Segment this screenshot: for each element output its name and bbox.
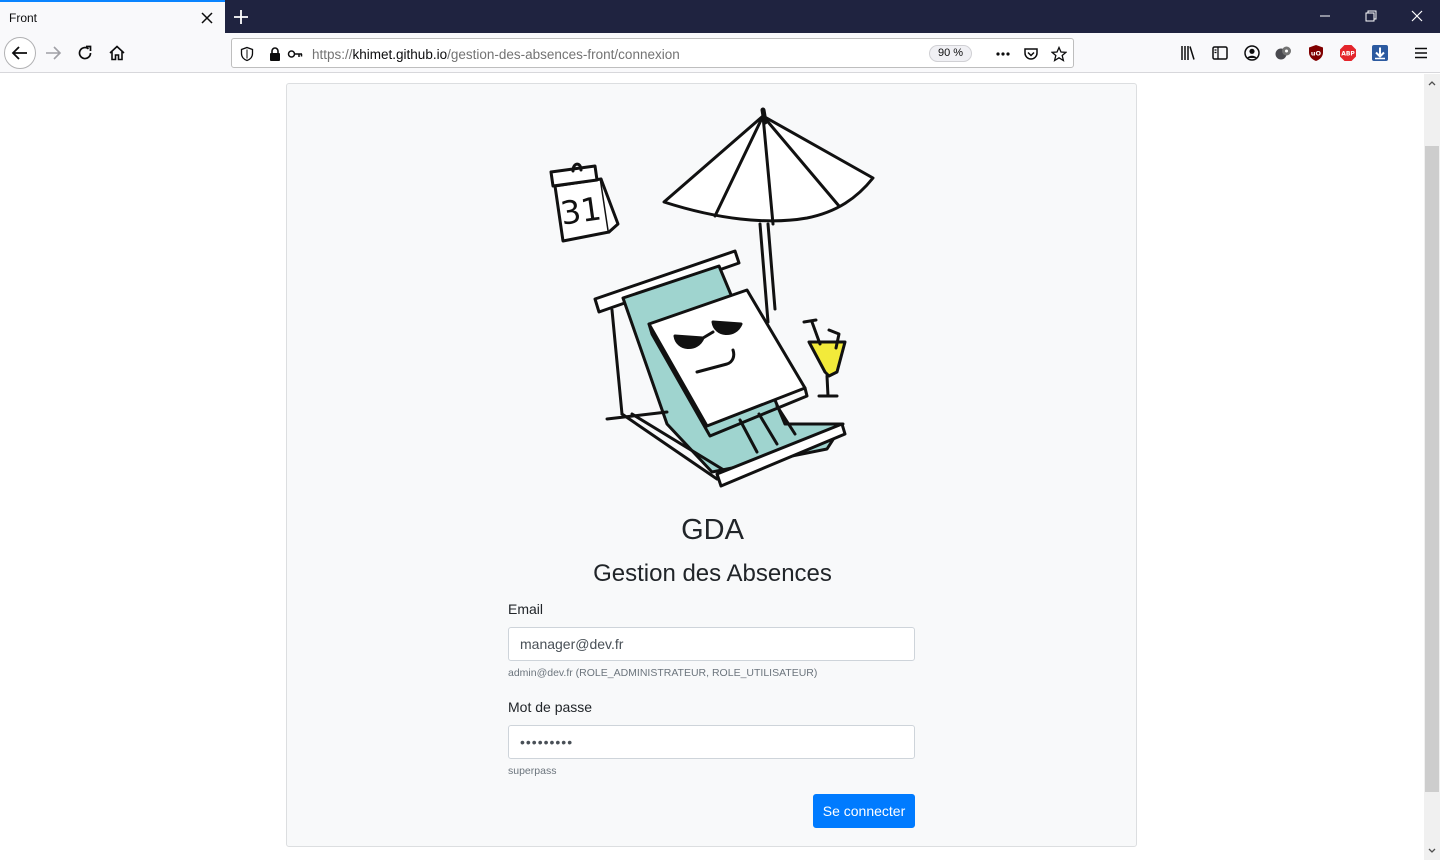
url-path: /gestion-des-absences-front/connexion [447,47,680,62]
login-card: 31 GDA Gestion des Absences Email manage… [286,83,1137,847]
forward-arrow-icon [46,46,62,60]
navigation-toolbar: https://khimet.github.io/gestion-des-abs… [0,33,1440,73]
account-icon[interactable] [1243,44,1261,62]
email-help-text: admin@dev.fr (ROLE_ADMINISTRATEUR, ROLE_… [508,667,818,679]
back-button[interactable] [4,37,36,69]
library-icon[interactable] [1179,44,1197,62]
close-window-icon[interactable] [1409,8,1425,24]
extension-icon[interactable] [1274,44,1292,62]
ublock-icon[interactable]: uO [1307,44,1325,62]
email-input[interactable]: manager@dev.fr [508,627,915,661]
zoom-level-badge[interactable]: 90 % [929,45,973,62]
url-text[interactable]: https://khimet.github.io/gestion-des-abs… [312,47,680,62]
back-arrow-icon [11,46,27,60]
home-icon [109,45,125,61]
scroll-down-arrow-icon[interactable] [1427,846,1437,856]
page-actions-icon[interactable] [995,46,1011,62]
url-host: khimet.github.io [352,47,448,62]
pocket-icon[interactable] [1023,46,1039,62]
sidebar-icon[interactable] [1211,44,1229,62]
forward-button[interactable] [37,37,69,69]
reload-button[interactable] [69,37,101,69]
password-label: Mot de passe [508,699,593,715]
lock-icon[interactable] [267,46,283,62]
key-icon[interactable] [287,46,303,62]
new-tab-icon[interactable] [231,7,251,27]
app-title: GDA [681,514,744,546]
scrollbar-thumb[interactable] [1425,146,1439,792]
password-help-text: superpass [508,765,557,777]
menu-icon[interactable] [1412,44,1430,62]
svg-text:ABP: ABP [1341,51,1355,58]
app-subtitle: Gestion des Absences [593,560,832,587]
tab-title: Front [9,11,38,25]
home-button[interactable] [101,37,133,69]
login-submit-button[interactable]: Se connecter [813,794,915,828]
minimize-icon[interactable] [1317,8,1333,24]
calendar-date: 31 [558,189,604,232]
adblock-plus-icon[interactable]: ABP [1339,44,1357,62]
bookmark-star-icon[interactable] [1051,46,1067,62]
scroll-up-arrow-icon[interactable] [1427,78,1437,88]
email-label: Email [508,601,544,617]
reload-icon [78,45,92,60]
title-bar: Front [0,0,1440,33]
tracking-protection-shield-icon[interactable] [239,46,255,62]
browser-tab[interactable]: Front [0,0,225,33]
password-input[interactable]: ••••••••• [508,725,915,759]
url-scheme: https:// [312,47,353,62]
url-bar[interactable]: https://khimet.github.io/gestion-des-abs… [231,38,1074,68]
close-tab-icon[interactable] [199,10,215,26]
page-viewport: 31 GDA Gestion des Absences Email manage… [0,74,1424,860]
beach-chair-calendar-illustration: 31 [549,107,875,488]
download-icon[interactable] [1371,44,1389,62]
restore-icon[interactable] [1363,8,1379,24]
svg-text:uO: uO [1311,50,1322,58]
